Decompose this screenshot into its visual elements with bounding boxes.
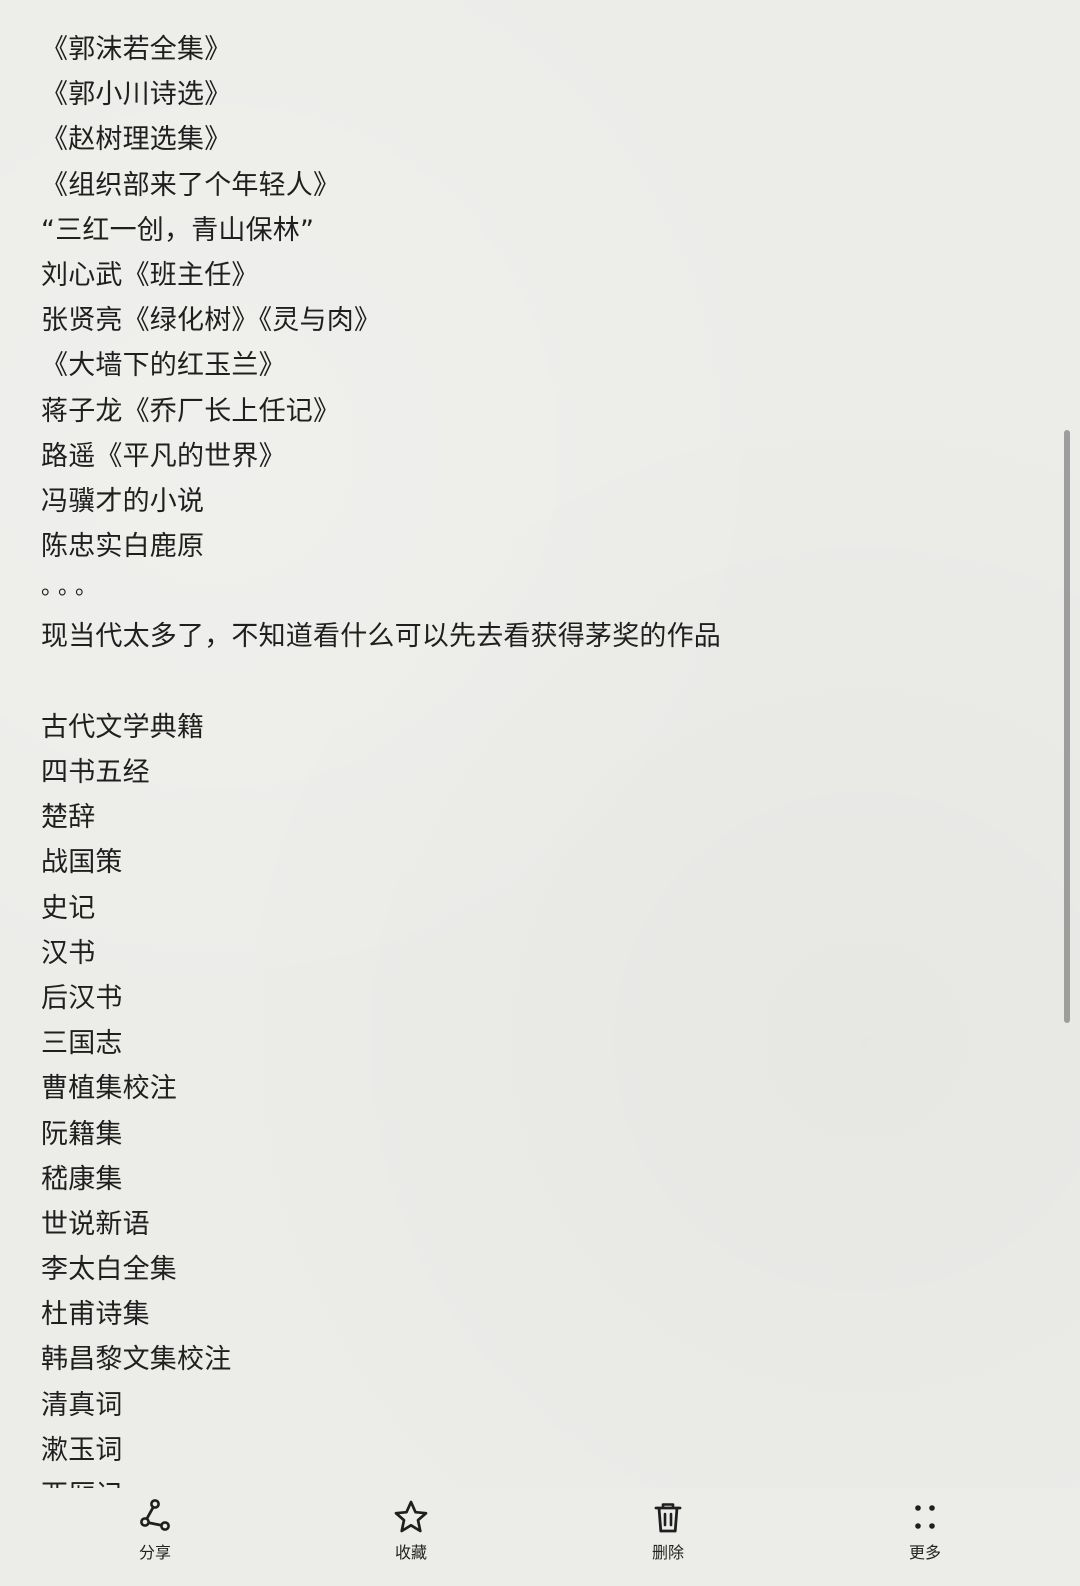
trash-icon: [654, 1503, 682, 1533]
note-line: 现当代太多了，不知道看什么可以先去看获得茅奖的作品: [41, 621, 721, 653]
note-line: 《郭沫若全集》: [41, 34, 232, 65]
note-line: 刘心武《班主任》: [41, 259, 259, 291]
note-line: 陈忠实白鹿原: [41, 531, 205, 563]
note-line: 漱玉词: [41, 1434, 123, 1466]
note-line: 清真词: [41, 1389, 123, 1421]
note-line: “三红一创，青山保林”: [41, 214, 315, 246]
note-line: 嵇康集: [41, 1163, 123, 1195]
note-line: 张贤亮《绿化树》《灵与肉》: [41, 305, 382, 337]
share-icon: [140, 1499, 170, 1531]
note-line: 蒋子龙《乔厂长上任记》: [41, 395, 341, 427]
note-line: 古代文学典籍: [41, 711, 205, 743]
more-label: 更多: [908, 1543, 941, 1562]
note-line-ellipsis: 。。。: [41, 575, 104, 601]
note-line: 世说新语: [41, 1208, 150, 1240]
more-button[interactable]: 更多: [865, 1498, 985, 1574]
note-line: 冯骥才的小说: [41, 485, 205, 517]
note-line: 三国志: [41, 1028, 123, 1060]
note-line: 《大墙下的红玉兰》: [41, 350, 286, 382]
note-line: 四书五经: [41, 757, 150, 788]
note-line: 后汉书: [41, 982, 123, 1014]
favorite-label: 收藏: [394, 1543, 427, 1562]
note-line: 韩昌黎文集校注: [41, 1344, 232, 1376]
share-label: 分享: [138, 1543, 171, 1562]
note-line: 阮籍集: [41, 1118, 123, 1150]
more-dots-icon: [915, 1505, 935, 1529]
note-line-partial: 西厢记: [41, 1473, 1021, 1488]
delete-button[interactable]: 删除: [608, 1498, 728, 1574]
note-line: 路遥《平凡的世界》: [41, 440, 286, 472]
note-line: 战国策: [41, 847, 123, 879]
note-line: 史记: [41, 892, 96, 924]
note-viewport[interactable]: 《郭沫若全集》 《郭小川诗选》 《赵树理选集》 《组织部来了个年轻人》 “三红一…: [0, 0, 1080, 1488]
delete-label: 删除: [651, 1543, 684, 1562]
note-line: 《赵树理选集》: [41, 124, 232, 156]
note-line: 《组织部来了个年轻人》: [41, 169, 341, 201]
note-content[interactable]: 《郭沫若全集》 《郭小川诗选》 《赵树理选集》 《组织部来了个年轻人》 “三红一…: [41, 27, 1021, 1488]
note-line: 杜甫诗集: [41, 1299, 150, 1331]
bottom-toolbar: 分享 收藏 删除 更多: [0, 1488, 1080, 1586]
note-line: 曹植集校注: [41, 1073, 177, 1105]
note-line: 李太白全集: [41, 1254, 177, 1286]
note-line: 楚辞: [41, 802, 96, 834]
favorite-button[interactable]: 收藏: [351, 1498, 471, 1574]
star-icon: [394, 1500, 428, 1533]
note-blank-line: [41, 660, 1021, 705]
vertical-scrollbar[interactable]: [1064, 430, 1070, 1023]
note-line: 汉书: [41, 937, 96, 969]
share-button[interactable]: 分享: [95, 1498, 215, 1574]
note-line: 《郭小川诗选》: [41, 79, 232, 111]
